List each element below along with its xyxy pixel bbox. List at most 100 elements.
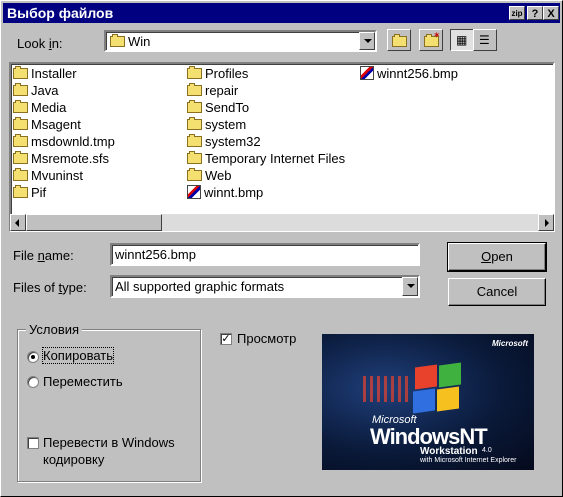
preview-label[interactable]: Просмотр [237,331,296,346]
file-list-item[interactable]: repair [187,83,238,99]
folder-icon [13,66,28,79]
folder-icon [110,34,125,47]
preview-checkbox[interactable]: ✓ [220,333,232,345]
file-list-item-label: SendTo [205,100,250,115]
file-list-item-label: Temporary Internet Files [205,151,346,166]
folder-icon [13,134,28,147]
file-list-item-label: Profiles [205,66,249,81]
create-new-folder-button[interactable]: ✶ [419,29,443,51]
file-type-select[interactable]: All supported graphic formats [110,275,420,298]
file-list-item[interactable]: Msremote.sfs [13,151,109,167]
list-view-button[interactable]: ▦ [450,29,474,51]
folder-icon [13,168,28,181]
folder-icon [13,185,28,198]
folder-icon [187,83,202,96]
convert-encoding-label[interactable]: Перевести в Windows кодировку [43,434,175,468]
file-dialog-window: Выбор файлов zip ? X Look in: Win ✶ ▦ ☰ … [0,0,563,497]
file-name-input[interactable]: winnt256.bmp [110,243,420,266]
help-button[interactable]: ? [527,6,543,20]
copy-label[interactable]: Копировать [42,347,114,364]
move-radio[interactable] [27,376,39,388]
folder-icon [187,117,202,130]
file-list-item-label: winnt.bmp [204,185,264,200]
horizontal-scrollbar[interactable] [10,214,554,231]
cancel-button[interactable]: Cancel [448,278,546,306]
look-in-label: Look in: [17,36,63,51]
radio-dot-icon [31,355,35,359]
file-list-item-label: repair [205,83,239,98]
file-list-item[interactable]: Temporary Internet Files [187,151,345,167]
folder-icon [13,117,28,130]
file-list-item[interactable]: Java [13,83,58,99]
file-list-item-label: system32 [205,134,261,149]
folder-icon [187,66,202,79]
close-button[interactable]: X [543,6,559,20]
file-list-item-label: Pif [31,185,47,200]
preview-ms-small: Microsoft [492,339,528,348]
preview-version: 4.0 [482,447,492,454]
arrow-right-icon [545,219,549,227]
folder-icon [13,151,28,164]
file-list-item[interactable]: winnt.bmp [187,185,263,201]
details-view-button[interactable]: ☰ [473,29,497,51]
chevron-down-icon [364,39,372,43]
file-list-item[interactable]: Profiles [187,66,248,82]
arrow-left-icon [15,219,19,227]
file-list-item[interactable]: winnt256.bmp [360,66,458,82]
look-in-combo[interactable]: Win [104,30,377,52]
file-list-item-label: Java [31,83,59,98]
image-preview: Microsoft Microsoft WindowsNT Workstatio… [322,334,534,470]
file-type-value: All supported graphic formats [115,279,285,294]
file-name-label: File name: [13,248,74,263]
convert-encoding-checkbox[interactable] [27,437,39,449]
preview-bundled: with Microsoft Internet Explorer [420,457,517,464]
scroll-right-button[interactable] [538,214,554,231]
up-one-level-button[interactable] [387,29,411,51]
title-bar[interactable]: Выбор файлов zip ? X [3,3,560,23]
zip-button[interactable]: zip [509,6,525,20]
file-list-item[interactable]: system32 [187,134,261,150]
sparkle-icon: ✶ [433,30,441,40]
look-in-dropdown-button[interactable] [359,32,375,50]
conditions-legend: Условия [26,322,83,337]
file-list-item[interactable]: Mvuninst [13,168,83,184]
bitmap-file-icon [360,66,374,80]
file-list-item[interactable]: Web [187,168,232,184]
details-icon: ☰ [479,33,490,47]
file-list-item[interactable]: Msagent [13,117,81,133]
file-name-value: winnt256.bmp [115,247,196,262]
file-list-item-label: system [205,117,247,132]
look-in-value: Win [128,34,151,49]
folder-icon [187,168,202,181]
preview-edition: Workstation [420,446,478,457]
file-list-item-label: Msremote.sfs [31,151,110,166]
file-list-item[interactable]: system [187,117,246,133]
scroll-left-button[interactable] [10,214,26,231]
folder-icon [187,151,202,164]
folder-icon [13,100,28,113]
file-list-item-label: Web [205,168,232,183]
open-button[interactable]: Open [447,242,547,272]
folder-icon [187,100,202,113]
file-list-item[interactable]: Pif [13,185,46,201]
copy-radio[interactable] [27,351,39,363]
file-list-item-label: Installer [31,66,77,81]
list-icon: ▦ [456,33,468,47]
file-list-item[interactable]: Media [13,100,66,116]
file-list-item[interactable]: SendTo [187,100,249,116]
folder-icon [187,134,202,147]
file-list-item[interactable]: msdownld.tmp [13,134,115,150]
window-title: Выбор файлов [7,5,114,21]
file-list-item[interactable]: Installer [13,66,77,82]
file-list[interactable]: Installer Java Media Msagent msdownld.tmp Msr… [9,62,555,232]
bitmap-file-icon [187,185,201,199]
folder-icon [13,83,28,96]
file-list-item-label: winnt256.bmp [377,66,458,81]
file-list-item-label: Media [31,100,67,115]
scroll-thumb[interactable] [26,214,162,231]
file-type-dropdown-button[interactable] [402,277,418,296]
move-label[interactable]: Переместить [43,374,123,389]
up-folder-icon [392,34,407,47]
file-list-item-label: Msagent [31,117,81,132]
windows-flag-logo [363,362,467,422]
